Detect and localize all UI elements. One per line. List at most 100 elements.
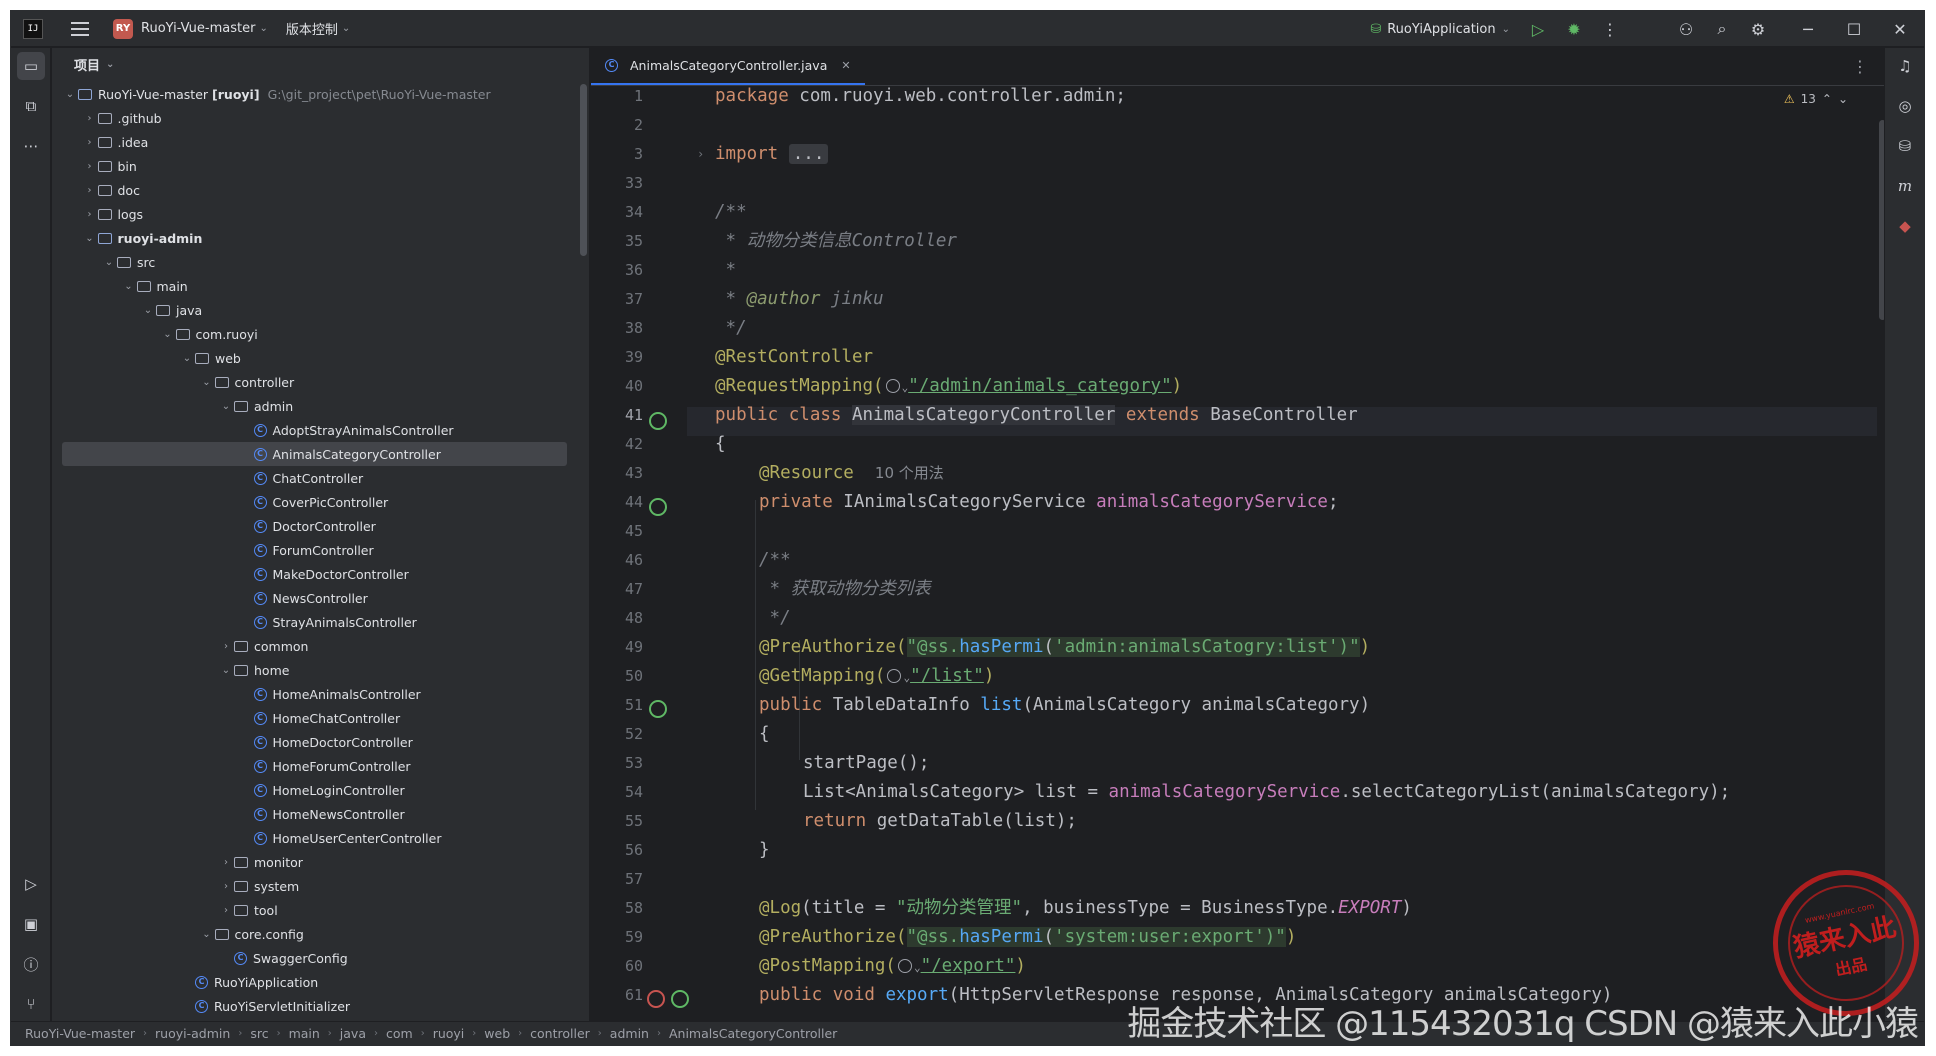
breadcrumb-item[interactable]: AnimalsCategoryController [669, 1026, 837, 1041]
web-endpoint-icon[interactable] [897, 959, 912, 973]
maven-icon[interactable]: m [1893, 174, 1917, 198]
tree-item-folder[interactable]: ⌄ web [52, 346, 589, 370]
tree-item-class[interactable]: C HomeLoginController [52, 778, 589, 802]
chevron-right-icon[interactable]: › [82, 209, 98, 220]
tree-item-class[interactable]: C DoctorController [52, 514, 589, 538]
tree-item-class[interactable]: C AnimalsCategoryController [62, 442, 567, 466]
chevron-down-icon[interactable]: ⌄ [140, 305, 156, 316]
add-user-icon[interactable]: ⚇ [1668, 11, 1704, 47]
line-number[interactable]: 33 [591, 169, 643, 198]
line-number[interactable]: 52 [591, 720, 643, 749]
endpoint-gutter-icon[interactable] [649, 700, 667, 718]
breadcrumb-item[interactable]: main [289, 1026, 320, 1041]
structure-icon[interactable]: ⧉ [17, 92, 45, 120]
line-number[interactable]: 42 [591, 430, 643, 459]
tree-item-folder[interactable]: › .github [52, 106, 589, 130]
chevron-down-icon[interactable]: ⌄ [218, 401, 234, 412]
tree-item-class[interactable]: C CoverPicController [52, 490, 589, 514]
terminal-icon[interactable]: ▣ [17, 910, 45, 938]
tree-item-class[interactable]: C HomeAnimalsController [52, 682, 589, 706]
chevron-right-icon[interactable]: › [218, 881, 234, 892]
line-number[interactable]: 39 [591, 343, 643, 372]
git-branch-icon[interactable]: ⑂ [17, 990, 45, 1018]
fold-expand-icon[interactable]: › [697, 140, 704, 169]
tree-item-folder[interactable]: › logs [52, 202, 589, 226]
project-scrollbar[interactable] [580, 84, 587, 256]
tree-item-class[interactable]: C ForumController [52, 538, 589, 562]
more-tools-icon[interactable]: ⋯ [17, 132, 45, 160]
line-number[interactable]: 60 [591, 952, 643, 981]
tree-item-class[interactable]: C HomeForumController [52, 754, 589, 778]
close-tab-icon[interactable]: ✕ [841, 59, 850, 72]
line-number[interactable]: 41 [591, 401, 643, 430]
tree-item-class[interactable]: C SwaggerConfig [52, 946, 589, 970]
database-icon[interactable]: ⛁ [1893, 134, 1917, 158]
tree-item-folder[interactable]: › bin [52, 154, 589, 178]
web-endpoint-icon[interactable] [887, 669, 902, 683]
project-switcher[interactable]: RuoYi-Vue-master ⌄ [141, 21, 268, 36]
chevron-down-icon[interactable]: ⌄ [160, 329, 176, 340]
vcs-menu[interactable]: 版本控制 ⌄ [286, 19, 350, 38]
chevron-right-icon[interactable]: › [218, 857, 234, 868]
chevron-down-icon[interactable]: ⌄ [199, 377, 215, 388]
more-actions-icon[interactable]: ⋮ [1592, 11, 1628, 47]
project-panel-header[interactable]: 项目 ⌄ [52, 48, 589, 80]
run-configuration-select[interactable]: ⛁ RuoYiApplication ⌄ [1370, 22, 1510, 37]
tree-item-folder[interactable]: › tool [52, 898, 589, 922]
close-window-button[interactable]: ✕ [1882, 11, 1918, 47]
chevron-right-icon[interactable]: › [218, 641, 234, 652]
breadcrumb-item[interactable]: admin [610, 1026, 649, 1041]
problems-icon[interactable]: ⓘ [17, 950, 45, 978]
line-number[interactable]: 57 [591, 865, 643, 894]
tree-item-class[interactable]: C ChatController [52, 466, 589, 490]
line-number[interactable]: 36 [591, 256, 643, 285]
breadcrumb-item[interactable]: ruoyi [433, 1026, 465, 1041]
tree-item-folder[interactable]: › common [52, 634, 589, 658]
tree-item-folder[interactable]: ⌄ com.ruoyi [52, 322, 589, 346]
project-folder-icon[interactable]: ▭ [17, 52, 45, 80]
line-number[interactable]: 35 [591, 227, 643, 256]
line-number[interactable]: 49 [591, 633, 643, 662]
chevron-down-icon[interactable]: ⌄ [121, 281, 137, 292]
chevron-down-icon[interactable]: ⌄ [179, 353, 195, 364]
line-number[interactable]: 50 [591, 662, 643, 691]
tree-item-folder[interactable]: ⌄ home [52, 658, 589, 682]
tree-item-class[interactable]: C StrayAnimalsController [52, 610, 589, 634]
tree-item-folder[interactable]: › system [52, 874, 589, 898]
plugin-bird-icon[interactable]: ◆ [1893, 214, 1917, 238]
editor-options-icon[interactable]: ⋮ [1852, 48, 1886, 85]
tree-item-folder[interactable]: › doc [52, 178, 589, 202]
settings-gear-icon[interactable]: ⚙ [1740, 11, 1776, 47]
chevron-down-icon[interactable]: ⌄ [218, 665, 234, 676]
line-number[interactable]: 46 [591, 546, 643, 575]
spring-bean-gutter-icon[interactable] [649, 412, 667, 430]
tree-item-class[interactable]: C HomeDoctorController [52, 730, 589, 754]
notifications-bell-icon[interactable]: ♫ [1893, 54, 1917, 78]
spring-bean-gutter-icon[interactable] [649, 498, 667, 516]
chevron-right-icon[interactable]: › [82, 113, 98, 124]
line-number[interactable]: 45 [591, 517, 643, 546]
chevron-down-icon[interactable]: ⌄ [199, 929, 215, 940]
line-number[interactable]: 59 [591, 923, 643, 952]
tree-item-folder[interactable]: › monitor [52, 850, 589, 874]
breadcrumb-item[interactable]: RuoYi-Vue-master [25, 1026, 135, 1041]
chevron-right-icon[interactable]: › [82, 185, 98, 196]
tree-item-folder[interactable]: ⌄ src [52, 250, 589, 274]
line-number[interactable]: 56 [591, 836, 643, 865]
tree-item-folder[interactable]: ⌄ ruoyi-admin [52, 226, 589, 250]
line-number[interactable]: 2 [591, 111, 643, 140]
line-number[interactable]: 44 [591, 488, 643, 517]
line-number[interactable]: 34 [591, 198, 643, 227]
line-number[interactable]: 53 [591, 749, 643, 778]
maximize-window-button[interactable]: ☐ [1836, 11, 1872, 47]
chevron-right-icon[interactable]: › [218, 905, 234, 916]
services-icon[interactable]: ▷ [17, 870, 45, 898]
folded-imports[interactable]: ... [788, 144, 829, 164]
line-number[interactable]: 43 [591, 459, 643, 488]
tree-item-folder[interactable]: › .idea [52, 130, 589, 154]
breadcrumb-item[interactable]: com [386, 1026, 413, 1041]
usages-hint[interactable]: 10 个用法 [875, 464, 944, 482]
line-number[interactable]: 40 [591, 372, 643, 401]
tree-item-folder[interactable]: ⌄ main [52, 274, 589, 298]
line-number[interactable]: 1 [591, 82, 643, 111]
